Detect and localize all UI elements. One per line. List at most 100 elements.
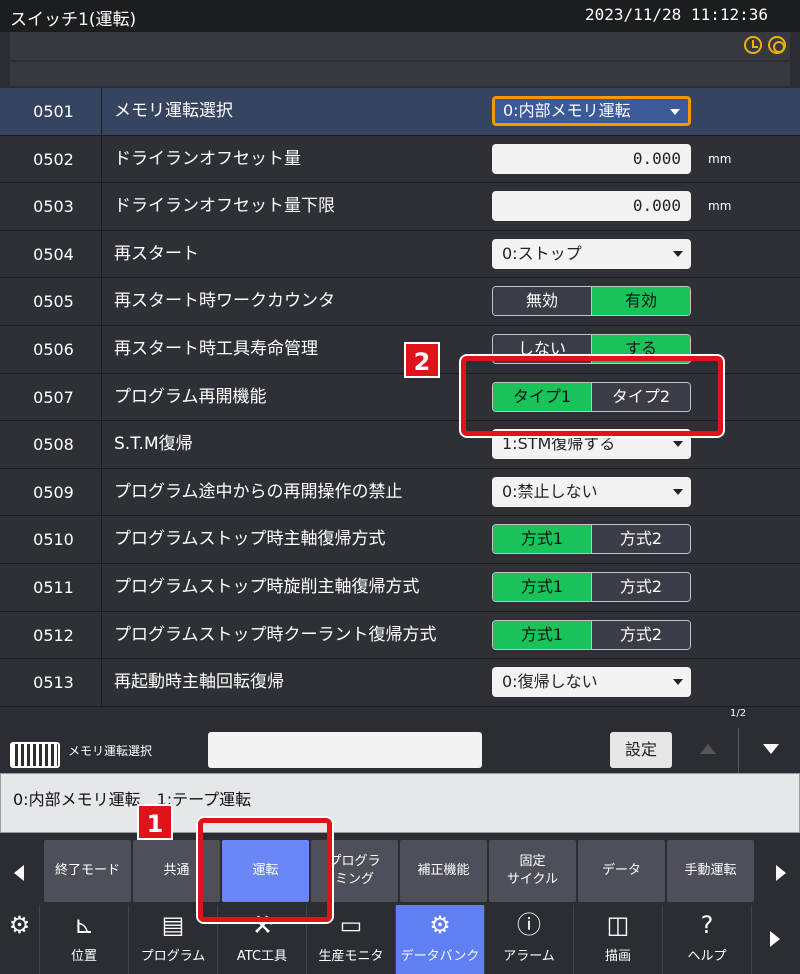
annotation-badge-1: 1 [137, 804, 173, 840]
menu-next-button[interactable] [764, 843, 798, 903]
turning-spindle-return-toggle[interactable]: 方式1 方式2 [492, 571, 691, 602]
tab-label: 描画 [604, 949, 631, 964]
param-number: 0504 [6, 230, 102, 278]
dryrun-offset-lower-input[interactable]: 0.000 [492, 191, 691, 222]
tab-label: 位置 [70, 949, 97, 964]
clock-icon [744, 36, 762, 54]
param-row-0511[interactable]: 0511 プログラムストップ時旋削主軸復帰方式 方式1 方式2 [0, 563, 800, 612]
param-row-0505[interactable]: 0505 再スタート時ワークカウンタ 無効 有効 [0, 278, 800, 326]
message-bar [10, 62, 790, 86]
param-name: 再スタート時ワークカウンタ [114, 291, 335, 312]
param-name: プログラムストップ時旋削主軸復帰方式 [114, 576, 420, 597]
tab-next-button[interactable] [752, 905, 800, 974]
toggle-option-2[interactable]: 方式2 [591, 572, 690, 601]
datetime: 2023/11/28 11:12:36 [584, 5, 768, 24]
tab-alarm[interactable]: ⓘ アラーム [485, 905, 574, 974]
menu-fixed-cycle[interactable]: 固定 サイクル [489, 840, 576, 902]
coolant-return-toggle[interactable]: 方式1 方式2 [492, 619, 691, 650]
param-number: 0510 [6, 516, 102, 563]
dropdown-arrow-icon [673, 488, 683, 495]
page-indicator: 1/2 [730, 708, 747, 719]
dropdown-value: 0:ストップ [502, 243, 582, 263]
dropdown-arrow-icon [673, 250, 683, 257]
page-up-button[interactable] [676, 728, 738, 773]
toggle-option-2[interactable]: 有効 [591, 287, 690, 316]
param-row-0513[interactable]: 0513 再起動時主軸回転復帰 0:復帰しない [0, 659, 800, 707]
param-name: メモリ運転選択 [114, 101, 233, 121]
toggle-option-1[interactable]: 無効 [493, 287, 591, 316]
dropdown-arrow-icon [670, 109, 680, 115]
param-number: 0512 [6, 611, 102, 659]
param-name: プログラムストップ時クーラント復帰方式 [114, 624, 437, 645]
menu-compensation[interactable]: 補正機能 [400, 840, 487, 902]
input-label: メモリ運転選択 [68, 744, 153, 758]
param-name: S.T.M復帰 [114, 434, 193, 455]
gear-icon: ⚙ [429, 911, 451, 939]
tab-help[interactable]: ? ヘルプ [663, 905, 752, 974]
param-row-0502[interactable]: 0502 ドライランオフセット量 0.000 mm [0, 135, 800, 184]
restart-spindle-dropdown[interactable]: 0:復帰しない [492, 667, 691, 698]
arrow-right-icon [770, 931, 780, 947]
arrow-left-icon [14, 865, 24, 881]
param-row-0503[interactable]: 0503 ドライランオフセット量下限 0.000 mm [0, 183, 800, 231]
tab-label: 生産モニタ [318, 949, 384, 964]
operator-tab[interactable]: ⚙ [0, 905, 40, 974]
main-tab-bar: ⚙ ⊾ 位置 ▤ プログラム ⚒ ATC工具 ▭ 生産モニタ ⚙ データバンク ⓘ アラーム… [0, 905, 800, 974]
param-name: プログラム途中からの再開操作の禁止 [114, 481, 403, 502]
param-row-0501[interactable]: 0501 メモリ運転選択 0:内部メモリ運転 [0, 88, 800, 136]
dropdown-arrow-icon [673, 679, 683, 686]
param-number: 0505 [6, 278, 102, 325]
param-name: ドライランオフセット量 [114, 148, 301, 169]
menu-prev-button[interactable] [2, 843, 36, 903]
annotation-box-1 [198, 818, 332, 922]
arrow-up-icon [700, 744, 716, 754]
menu-end-mode[interactable]: 終了モード [44, 840, 131, 902]
annotation-badge-2: 2 [404, 342, 440, 378]
alarm-icon: ⓘ [517, 911, 541, 939]
dropdown-value: 0:内部メモリ運転 [503, 101, 631, 120]
param-row-0512[interactable]: 0512 プログラムストップ時クーラント復帰方式 方式1 方式2 [0, 611, 800, 660]
help-text-bar: 0:内部メモリ運転 1:テープ運転 [0, 773, 800, 833]
menu-bar: 終了モード 共通 運転 プログラ ミング 補正機能 固定 サイクル データ 手動… [0, 835, 800, 905]
param-row-0510[interactable]: 0510 プログラムストップ時主軸復帰方式 方式1 方式2 [0, 516, 800, 564]
param-number: 0506 [6, 325, 102, 373]
spindle-return-toggle[interactable]: 方式1 方式2 [492, 524, 691, 555]
param-row-0504[interactable]: 0504 再スタート 0:ストップ [0, 230, 800, 279]
param-number: 0502 [6, 135, 102, 183]
resume-prohibit-dropdown[interactable]: 0:禁止しない [492, 476, 691, 507]
sync-icon [768, 36, 786, 54]
dropdown-value: 0:復帰しない [502, 672, 598, 692]
tab-position[interactable]: ⊾ 位置 [40, 905, 129, 974]
window-title: スイッチ1(運転) [10, 10, 137, 30]
param-name: 再スタート時工具寿命管理 [114, 338, 318, 359]
arrow-right-icon [776, 865, 786, 881]
menu-manual[interactable]: 手動運転 [667, 840, 754, 902]
param-name: 再起動時主軸回転復帰 [114, 672, 284, 693]
memory-operation-dropdown[interactable]: 0:内部メモリ運転 [492, 96, 691, 126]
restart-dropdown[interactable]: 0:ストップ [492, 238, 691, 269]
work-counter-toggle[interactable]: 無効 有効 [492, 286, 691, 317]
param-name: プログラムストップ時主軸復帰方式 [114, 529, 386, 550]
tab-label: データバンク [400, 949, 480, 964]
param-name: ドライランオフセット量下限 [114, 196, 335, 217]
toggle-option-1[interactable]: 方式1 [493, 572, 591, 601]
dryrun-offset-input[interactable]: 0.000 [492, 143, 691, 174]
value-input[interactable] [208, 732, 482, 768]
page-down-button[interactable] [738, 728, 800, 773]
param-name: 再スタート [114, 243, 199, 264]
operator-icon: ⚙ [8, 911, 31, 939]
keyboard-icon[interactable] [10, 736, 60, 768]
toggle-option-1[interactable]: 方式1 [493, 525, 591, 554]
tab-drawing[interactable]: ◫ 描画 [574, 905, 663, 974]
menu-data[interactable]: データ [578, 840, 665, 902]
param-row-0509[interactable]: 0509 プログラム途中からの再開操作の禁止 0:禁止しない [0, 468, 800, 517]
tab-databank[interactable]: ⚙ データバンク [396, 905, 485, 974]
toggle-option-1[interactable]: 方式1 [493, 620, 591, 649]
dropdown-value: 0:禁止しない [502, 481, 598, 501]
param-number: 0507 [6, 373, 102, 421]
toggle-option-2[interactable]: 方式2 [591, 620, 690, 649]
title-bar: スイッチ1(運転) 2023/11/28 11:12:36 [0, 0, 800, 32]
toggle-option-2[interactable]: 方式2 [591, 525, 690, 554]
set-button[interactable]: 設定 [610, 732, 672, 768]
param-number: 0513 [6, 659, 102, 706]
